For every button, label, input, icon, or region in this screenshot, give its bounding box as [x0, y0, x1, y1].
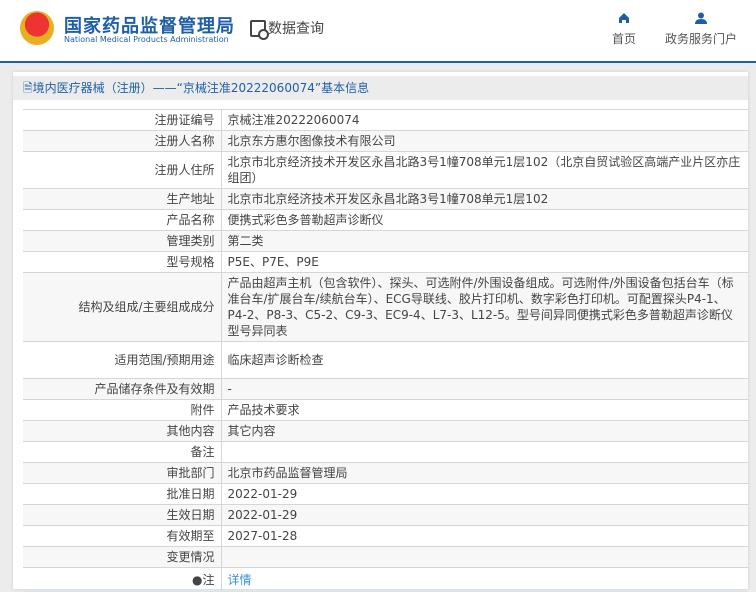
table-row: 生产地址 北京市北京经济技术开发区永昌北路3号1幢708单元1层102: [23, 188, 748, 210]
row-value: 第二类: [221, 230, 748, 252]
row-label: 审批部门: [23, 462, 222, 484]
table-row: 注册人住所 北京市北京经济技术开发区永昌北路3号1幢708单元1层102（北京自贸…: [23, 151, 748, 189]
nav-service-portal-label: 政务服务门户: [665, 32, 738, 46]
row-value: 京械注准20222060074: [221, 109, 748, 131]
row-label: 管理类别: [23, 230, 222, 252]
panel-title: 🗎境内医疗器械（注册）——“京械注准20222060074”基本信息: [13, 76, 748, 100]
table-row: 审批部门 北京市药品监督管理局: [23, 462, 748, 484]
row-label: 产品名称: [23, 209, 222, 231]
nav-service-portal[interactable]: 政务服务门户: [665, 12, 737, 47]
row-label: 变更情况: [23, 546, 222, 568]
row-label: 生产地址: [23, 188, 222, 210]
row-value: [221, 546, 748, 568]
row-value: 临床超声诊断检查: [221, 341, 748, 379]
data-query-link[interactable]: 数据查询: [250, 18, 324, 40]
table-row: 结构及组成/主要组成成分 产品由超声主机（包含软件）、探头、可选附件/外围设备组成…: [23, 272, 748, 342]
row-value: 2022-01-29: [221, 504, 748, 526]
row-label: 注册人住所: [23, 151, 222, 189]
table-row: 注册证编号 京械注准20222060074: [23, 109, 748, 131]
row-label: 批准日期: [23, 483, 222, 505]
row-label: 结构及组成/主要组成成分: [23, 272, 222, 342]
home-icon: [619, 13, 629, 23]
data-query-label: 数据查询: [268, 21, 324, 37]
table-row: 批准日期 2022-01-29: [23, 483, 748, 505]
row-label: 适用范围/预期用途: [23, 341, 222, 379]
table-row: 适用范围/预期用途 临床超声诊断检查: [23, 341, 748, 379]
nav-home-label: 首页: [612, 32, 637, 46]
table-row: 注册人名称 北京东方惠尔图像技术有限公司: [23, 130, 748, 152]
row-value: 2022-01-29: [221, 483, 748, 505]
table-row-note: ●注 详情: [23, 567, 748, 592]
table-row: 型号规格 P5E、P7E、P9E: [23, 251, 748, 273]
row-value: 北京东方惠尔图像技术有限公司: [221, 130, 748, 152]
row-value: 详情: [221, 567, 748, 592]
logo-subtitle: National Medical Products Administration: [64, 35, 229, 44]
row-value: 产品由超声主机（包含软件）、探头、可选附件/外围设备组成。可选附件/外围设备包括…: [221, 272, 748, 342]
row-value: 北京市药品监督管理局: [221, 462, 748, 484]
row-value: [221, 441, 748, 463]
row-label: 备注: [23, 441, 222, 463]
table-row: 附件 产品技术要求: [23, 399, 748, 421]
user-icon: [695, 12, 707, 24]
table-row: 生效日期 2022-01-29: [23, 504, 748, 526]
table-row: 产品名称 便携式彩色多普勒超声诊断仪: [23, 209, 748, 231]
detail-panel: 🗎境内医疗器械（注册）——“京械注准20222060074”基本信息 注册证编号…: [13, 72, 748, 592]
row-value: 2027-01-28: [221, 525, 748, 547]
table-row: 其他内容 其它内容: [23, 420, 748, 442]
panel-title-text: 境内医疗器械（注册）——“京械注准20222060074”基本信息: [32, 81, 370, 95]
nav-home[interactable]: 首页: [612, 12, 636, 47]
note-label: 注: [202, 572, 215, 587]
row-value: 其它内容: [221, 420, 748, 442]
row-label: 有效期至: [23, 525, 222, 547]
table-row: 有效期至 2027-01-28: [23, 525, 748, 547]
document-search-icon: [250, 19, 269, 40]
pin-icon: ●: [192, 572, 203, 587]
row-label: 型号规格: [23, 251, 222, 273]
row-label: 附件: [23, 399, 222, 421]
info-table: 注册证编号 京械注准20222060074 注册人名称 北京东方惠尔图像技术有限公司注…: [23, 109, 748, 592]
row-value: 产品技术要求: [221, 399, 748, 421]
table-row: 产品储存条件及有效期 -: [23, 378, 748, 400]
row-label: ●注: [23, 567, 222, 592]
table-row: 管理类别 第二类: [23, 230, 748, 252]
row-label: 生效日期: [23, 504, 222, 526]
row-value: P5E、P7E、P9E: [221, 251, 748, 273]
row-label: 注册证编号: [23, 109, 222, 131]
details-link[interactable]: 详情: [228, 573, 252, 587]
table-row: 备注: [23, 441, 748, 463]
site-header: 国家药品监督管理局 National Medical Products Admi…: [0, 0, 756, 63]
row-value: 北京市北京经济技术开发区永昌北路3号1幢708单元1层102: [221, 188, 748, 210]
row-label: 其他内容: [23, 420, 222, 442]
row-value: 便携式彩色多普勒超声诊断仪: [221, 209, 748, 231]
row-value: -: [221, 378, 748, 400]
row-label: 注册人名称: [23, 130, 222, 152]
table-row: 变更情况: [23, 546, 748, 568]
document-icon: 🗎: [23, 81, 33, 95]
row-label: 产品储存条件及有效期: [23, 378, 222, 400]
national-emblem-icon: [20, 11, 54, 45]
row-value: 北京市北京经济技术开发区永昌北路3号1幢708单元1层102（北京自贸试验区高端…: [221, 151, 748, 189]
